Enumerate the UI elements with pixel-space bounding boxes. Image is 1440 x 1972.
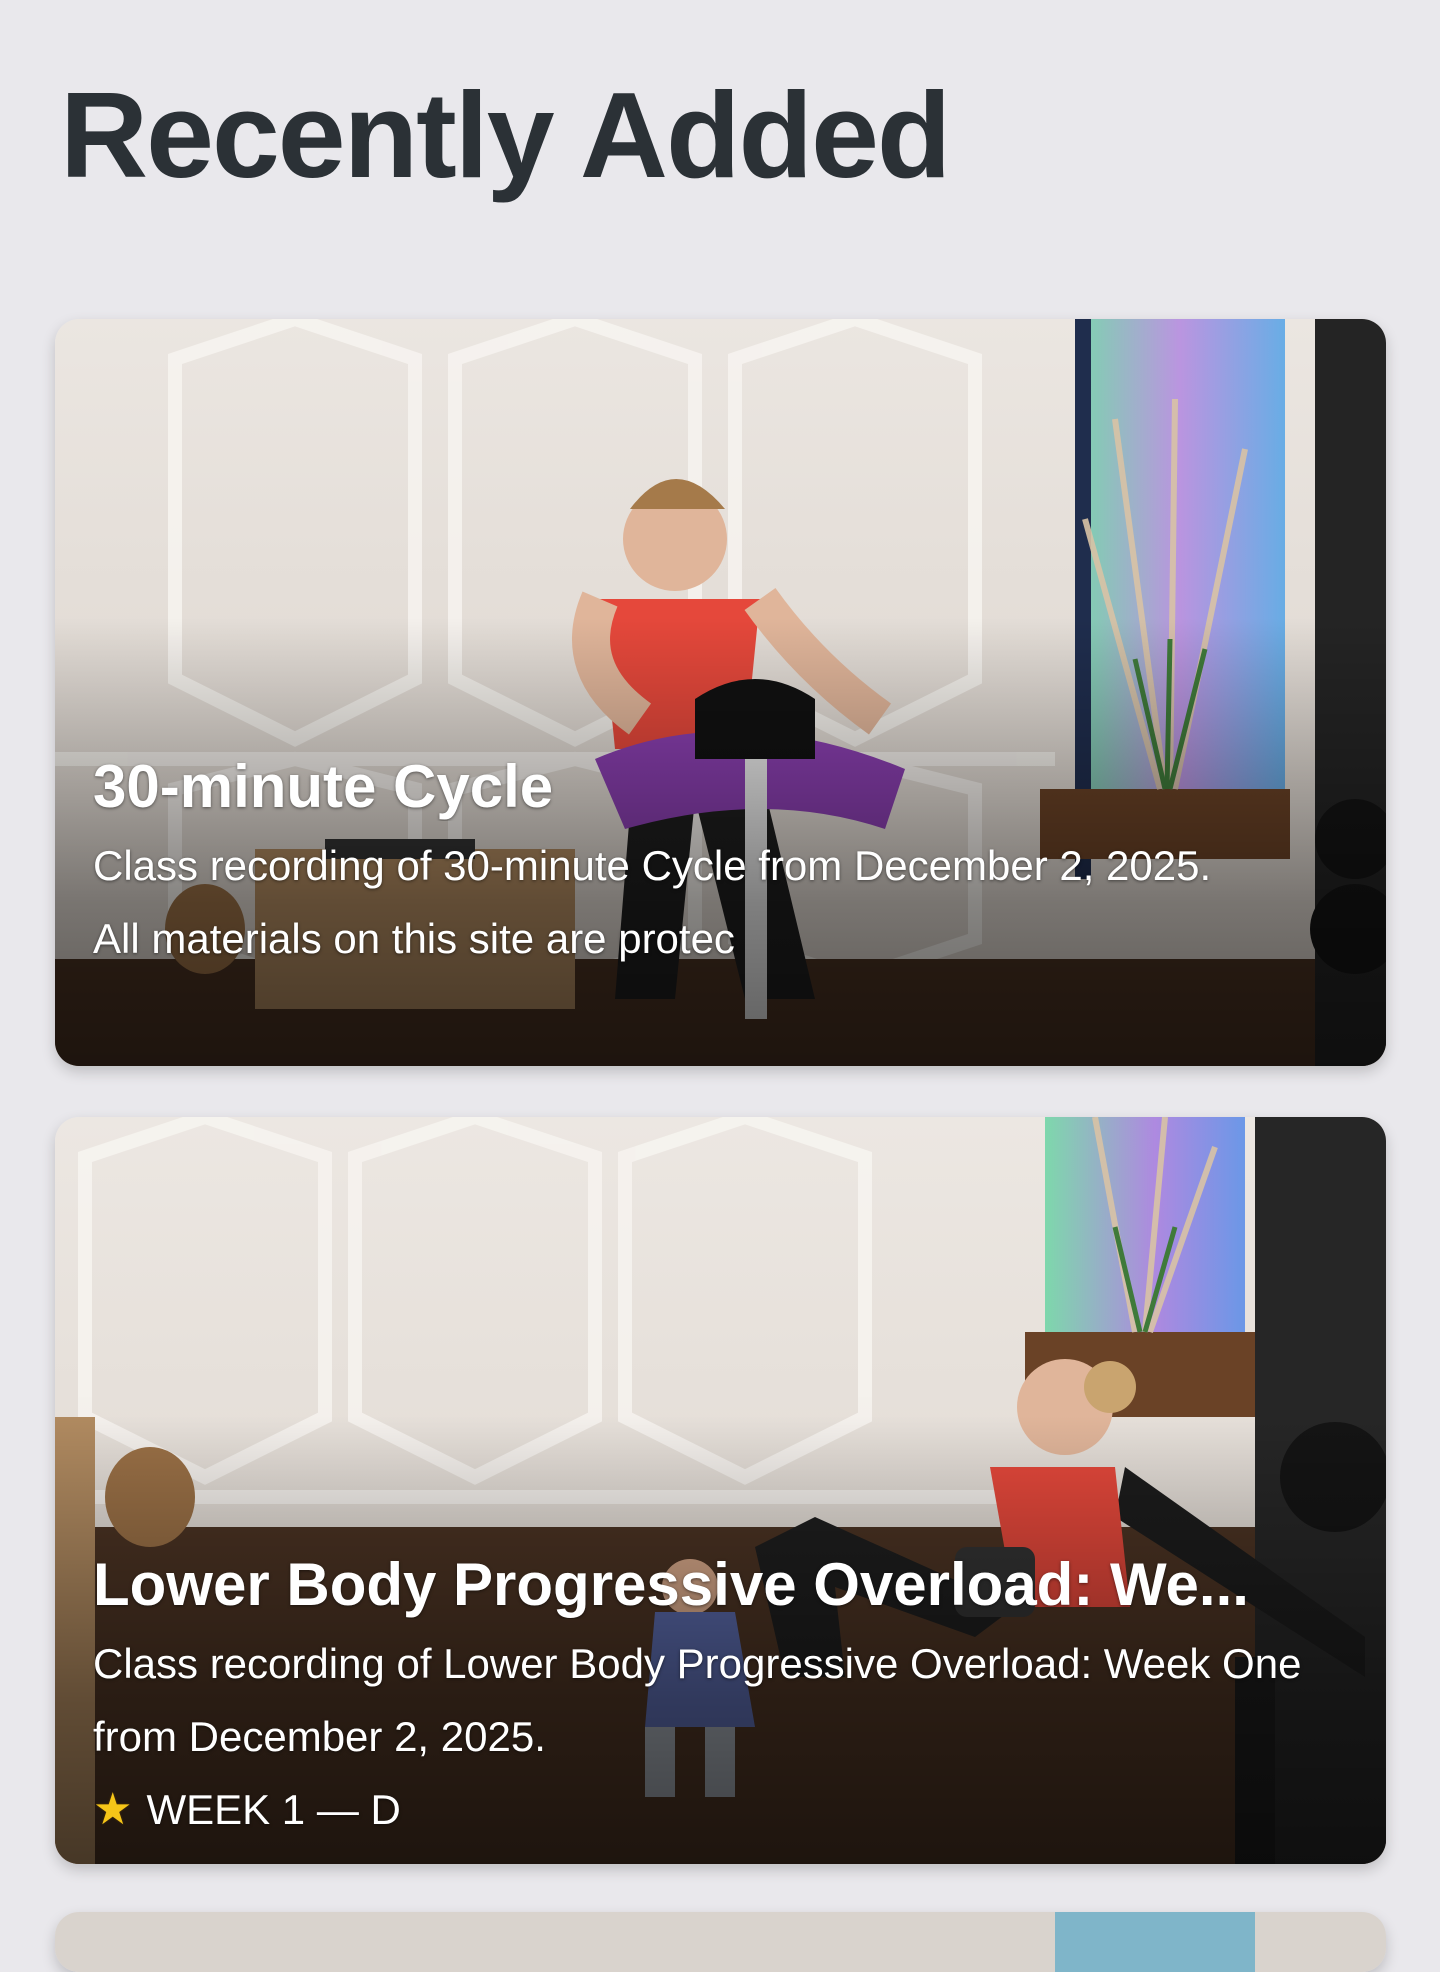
card-text-block: 30-minute Cycle Class recording of 30-mi… — [93, 752, 1358, 975]
class-title: 30-minute Cycle — [93, 753, 554, 820]
class-description: Class recording of Lower Body Progressiv… — [93, 1640, 1302, 1760]
card-text-block: Lower Body Progressive Overload: We... C… — [93, 1550, 1358, 1846]
class-description: Class recording of 30-minute Cycle from … — [93, 842, 1212, 889]
class-thumbnail-image — [55, 1912, 1386, 1972]
class-tag: ★ WEEK 1 — D — [93, 1773, 1358, 1846]
class-tag-label: WEEK 1 — D — [146, 1786, 401, 1833]
class-card-partial[interactable] — [55, 1912, 1386, 1972]
class-card-lower-body[interactable]: Lower Body Progressive Overload: We... C… — [55, 1117, 1386, 1864]
page-title: Recently Added — [60, 67, 951, 203]
class-title: Lower Body Progressive Overload: We... — [93, 1551, 1249, 1618]
star-icon: ★ — [93, 1785, 133, 1834]
class-card-cycle[interactable]: 30-minute Cycle Class recording of 30-mi… — [55, 319, 1386, 1066]
class-notice: All materials on this site are protec — [93, 915, 735, 962]
